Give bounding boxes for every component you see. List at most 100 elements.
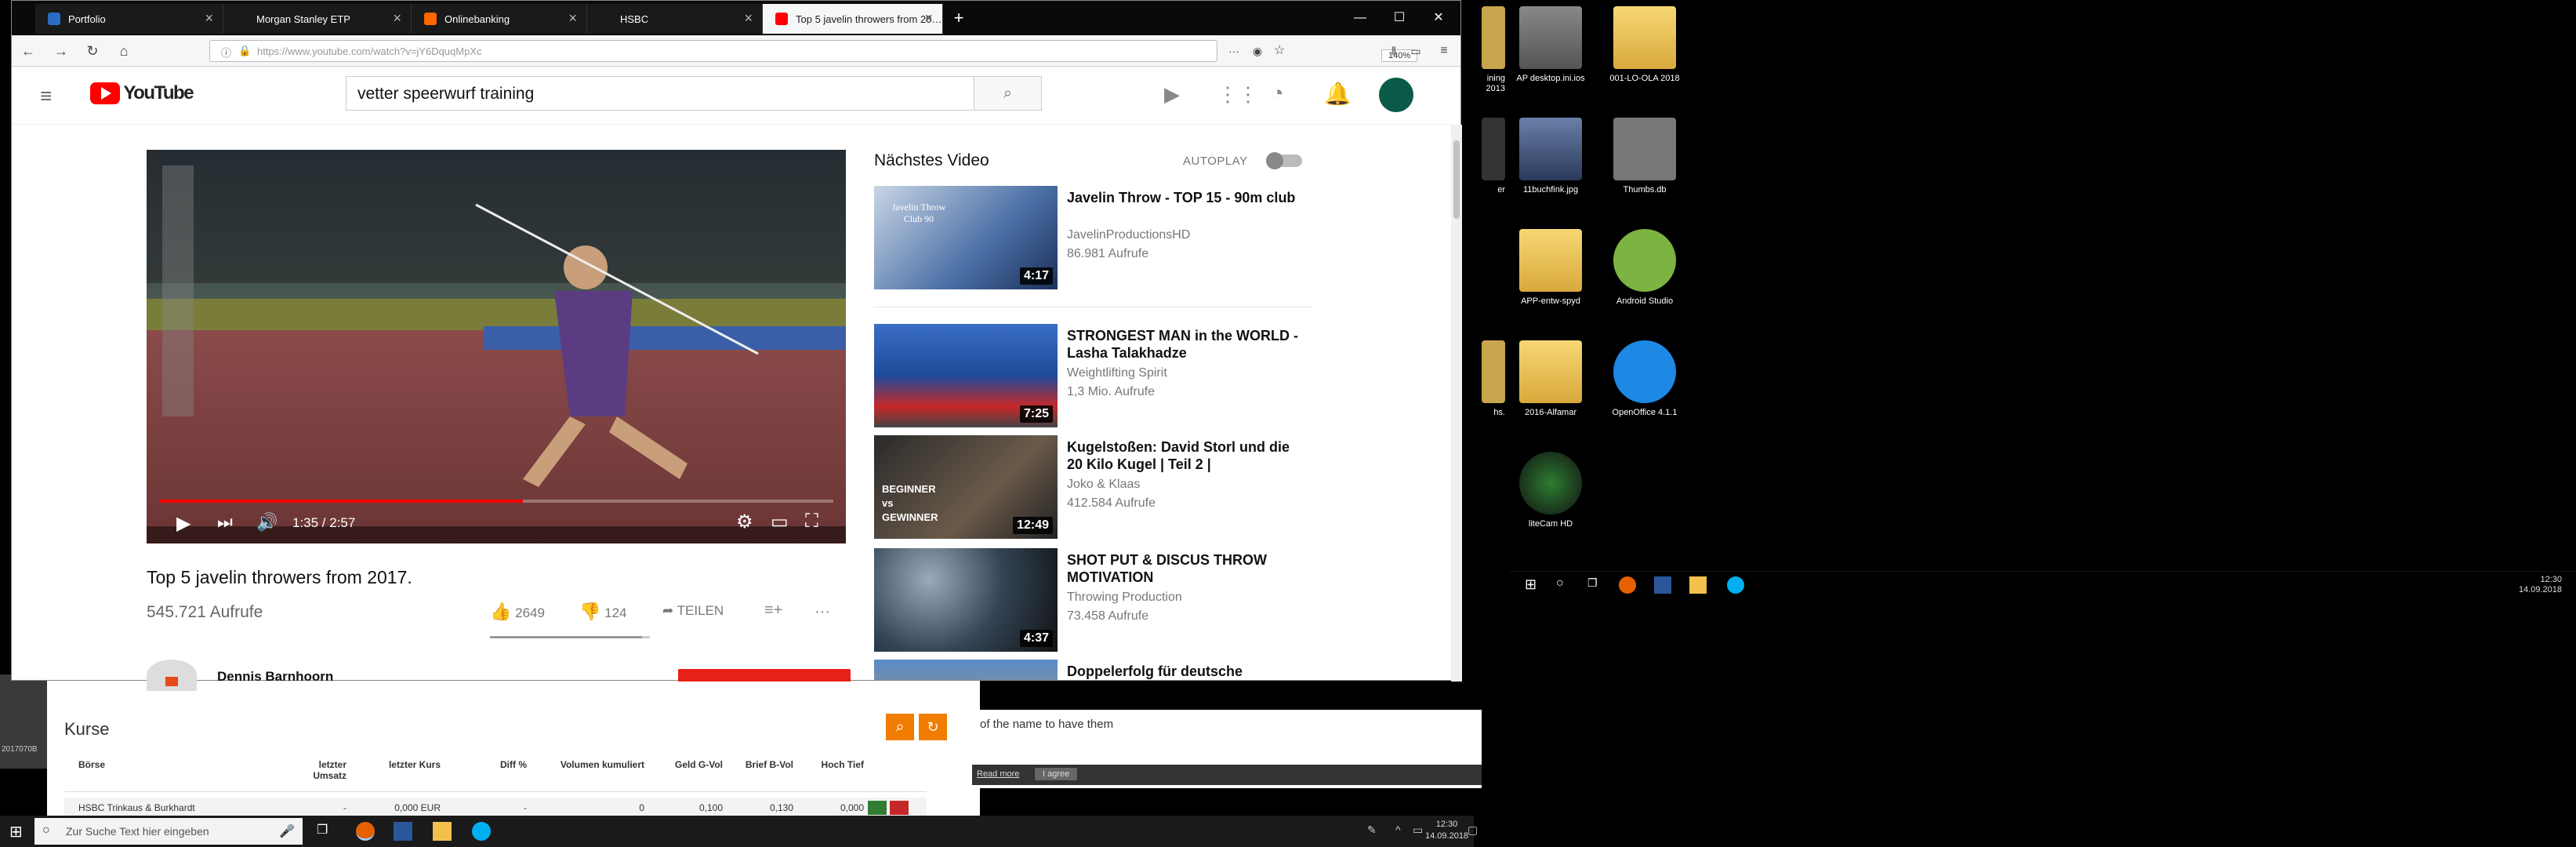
video-title[interactable]: Kugelstoßen: David Storl und die 20 Kilo… bbox=[1067, 438, 1302, 473]
desktop-icon-folder-lo-ola[interactable]: 001-LO-OLA 2018 bbox=[1598, 6, 1692, 84]
page-scrollbar[interactable] bbox=[1451, 125, 1462, 682]
close-button[interactable]: ✕ bbox=[1423, 5, 1454, 31]
back-icon[interactable]: ← bbox=[18, 42, 38, 60]
microphone-icon[interactable]: 🎤 bbox=[279, 823, 295, 839]
header-kurs[interactable]: letzter Kurs bbox=[362, 759, 441, 770]
hamburger-icon[interactable]: ≡ bbox=[40, 84, 52, 108]
buy-button[interactable] bbox=[868, 801, 887, 815]
task-view-icon[interactable]: ❐ bbox=[1587, 576, 1605, 594]
volume-icon[interactable]: 🔊 bbox=[256, 512, 278, 533]
desktop-icon-thumbs-db[interactable]: Thumbs.db bbox=[1598, 118, 1692, 195]
video-channel[interactable]: Weightlifting Spirit bbox=[1067, 366, 1167, 380]
desktop-icon-buchfink[interactable]: 11buchfink.jpg bbox=[1504, 118, 1598, 195]
header-brief[interactable]: Brief B-Vol bbox=[731, 759, 793, 770]
page-actions-icon[interactable]: ··· bbox=[1224, 42, 1244, 60]
sell-button[interactable] bbox=[890, 801, 909, 815]
explorer-icon[interactable] bbox=[1689, 576, 1707, 594]
video-thumbnail[interactable]: 7:25 bbox=[874, 324, 1058, 427]
maximize-button[interactable]: ☐ bbox=[1384, 5, 1415, 31]
desktop-icon-training[interactable]: ining 2013 bbox=[1474, 6, 1505, 94]
new-tab-button[interactable]: + bbox=[943, 5, 974, 31]
explorer-taskbar-icon[interactable] bbox=[433, 822, 452, 841]
video-title[interactable]: SHOT PUT & DISCUS THROW MOTIVATION bbox=[1067, 551, 1302, 586]
firefox-taskbar-icon[interactable] bbox=[356, 822, 375, 841]
close-tab-icon[interactable]: × bbox=[744, 10, 753, 27]
kurse-refresh-button[interactable]: ↻ bbox=[919, 714, 947, 740]
suggested-video[interactable]: 7:25 STRONGEST MAN in the WORLD - Lasha … bbox=[874, 324, 1313, 427]
suggested-video[interactable]: 4:37 SHOT PUT & DISCUS THROW MOTIVATION … bbox=[874, 548, 1313, 652]
header-boerse[interactable]: Börse bbox=[78, 759, 105, 770]
video-thumbnail[interactable] bbox=[874, 660, 1058, 680]
home-icon[interactable]: ⌂ bbox=[114, 42, 134, 60]
theater-mode-icon[interactable]: ▭ bbox=[771, 511, 789, 533]
video-thumbnail[interactable]: BEGINNER vs GEWINNER 12:49 bbox=[874, 435, 1058, 539]
suggested-video[interactable]: Doppelerfolg für deutsche bbox=[874, 660, 1313, 680]
search-button[interactable]: ⌕ bbox=[974, 76, 1042, 111]
youtube-logo[interactable]: YouTube bbox=[90, 82, 194, 107]
subscribe-button[interactable] bbox=[678, 669, 851, 682]
desktop-icon-litecam[interactable]: liteCam HD bbox=[1504, 452, 1598, 529]
tab-onlinebanking[interactable]: Onlinebanking × bbox=[412, 4, 587, 34]
desktop-icon-hs[interactable]: hs. bbox=[1474, 340, 1505, 418]
forward-icon[interactable]: → bbox=[51, 42, 71, 60]
header-hoch[interactable]: Hoch Tief bbox=[801, 759, 864, 770]
next-icon[interactable]: ⏭ bbox=[217, 512, 233, 533]
desktop-icon-alfamar[interactable]: 2016-Alfamar bbox=[1504, 340, 1598, 418]
taskbar-clock[interactable]: 12:30 14.09.2018 bbox=[1425, 819, 1468, 842]
firefox-icon[interactable] bbox=[1619, 576, 1636, 594]
kurse-search-button[interactable]: ⌕ bbox=[886, 714, 914, 740]
close-tab-icon[interactable]: × bbox=[205, 10, 213, 27]
share-button[interactable]: ➦ TEILEN bbox=[662, 603, 724, 619]
windows-start-icon[interactable]: ⊞ bbox=[9, 822, 23, 842]
messages-icon[interactable]: ◔ bbox=[1271, 81, 1284, 106]
desktop-icon-android-studio[interactable]: Android Studio bbox=[1598, 229, 1692, 307]
tray-chevron-icon[interactable]: ^ bbox=[1395, 823, 1401, 836]
agree-button[interactable]: I agree bbox=[1035, 768, 1078, 780]
tab-portfolio[interactable]: Portfolio × bbox=[35, 4, 223, 34]
minimize-button[interactable]: — bbox=[1344, 5, 1376, 31]
reload-icon[interactable]: ↻ bbox=[82, 42, 103, 60]
word-icon[interactable] bbox=[1654, 576, 1671, 594]
header-umsatz[interactable]: letzter Umsatz bbox=[292, 759, 346, 781]
skype-taskbar-icon[interactable] bbox=[472, 822, 491, 841]
more-actions-button[interactable]: ··· bbox=[815, 603, 830, 621]
close-tab-icon[interactable]: × bbox=[924, 10, 933, 27]
header-volumen[interactable]: Volumen kumuliert bbox=[550, 759, 644, 770]
video-channel[interactable]: Throwing Production bbox=[1067, 591, 1182, 605]
desktop-icon-er[interactable]: er bbox=[1474, 118, 1505, 195]
notifications-icon[interactable]: ▢ bbox=[1468, 823, 1478, 837]
tab-morgan-stanley[interactable]: Morgan Stanley ETP × bbox=[223, 4, 412, 34]
desktop-icon-desktop-ini[interactable]: AP desktop.ini.ios bbox=[1504, 6, 1598, 84]
info-icon[interactable]: ⓘ bbox=[221, 45, 231, 60]
progress-track[interactable] bbox=[159, 500, 833, 503]
suggested-video[interactable]: Javelin Throw Club 90 4:17 Javelin Throw… bbox=[874, 186, 1313, 289]
read-more-link[interactable]: Read more bbox=[977, 769, 1019, 779]
network-icon[interactable]: ▭ bbox=[1413, 823, 1423, 837]
video-thumbnail[interactable]: 4:37 bbox=[874, 548, 1058, 652]
task-view-icon[interactable]: ❐ bbox=[317, 822, 332, 838]
sidebar-icon[interactable]: ▭ bbox=[1406, 42, 1426, 60]
dislike-button[interactable]: 👎 124 bbox=[579, 602, 627, 622]
autoplay-toggle[interactable] bbox=[1266, 152, 1302, 169]
search-input[interactable]: vetter speerwurf training bbox=[346, 76, 974, 111]
menu-icon[interactable]: ≡ bbox=[1434, 42, 1454, 60]
video-channel[interactable]: JavelinProductionsHD bbox=[1067, 228, 1190, 242]
desktop-icon-openoffice[interactable]: OpenOffice 4.1.1 bbox=[1598, 340, 1692, 418]
tab-youtube[interactable]: Top 5 javelin throwers from 20… × bbox=[763, 4, 943, 34]
add-to-playlist-icon[interactable]: ≡+ bbox=[764, 602, 782, 620]
apps-grid-icon[interactable]: ⋮⋮ bbox=[1217, 82, 1258, 107]
channel-avatar[interactable] bbox=[147, 660, 197, 691]
windows-start-icon[interactable]: ⊞ bbox=[1525, 576, 1542, 594]
video-channel[interactable]: Joko & Klaas bbox=[1067, 478, 1140, 492]
channel-name[interactable]: Dennis Barnhoorn bbox=[217, 669, 333, 685]
url-bar[interactable]: ⓘ 🔒 https://www.youtube.com/watch?v=jY6D… bbox=[209, 40, 1418, 62]
fullscreen-icon[interactable]: ⛶ bbox=[805, 511, 818, 533]
video-title[interactable]: Doppelerfolg für deutsche bbox=[1067, 663, 1302, 680]
settings-gear-icon[interactable]: ⚙ bbox=[736, 511, 753, 533]
word-taskbar-icon[interactable] bbox=[394, 822, 412, 841]
library-icon[interactable]: ⫴ bbox=[1384, 42, 1404, 60]
bookmark-star-icon[interactable]: ☆ bbox=[1269, 42, 1290, 60]
suggested-video[interactable]: BEGINNER vs GEWINNER 12:49 Kugelstoßen: … bbox=[874, 435, 1313, 539]
search-box[interactable]: ○ Zur Suche Text hier eingeben 🎤 bbox=[34, 818, 303, 845]
desktop-icon-app-entw[interactable]: APP-entw-spyd bbox=[1504, 229, 1598, 307]
